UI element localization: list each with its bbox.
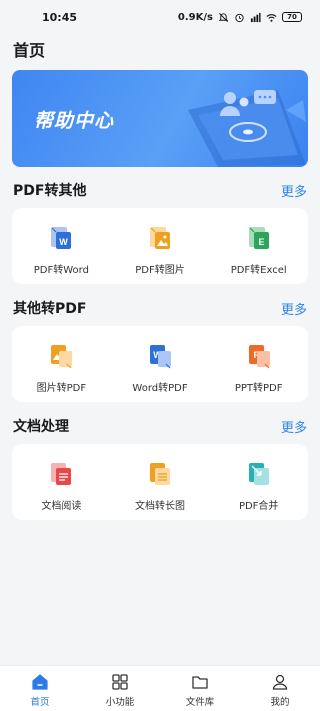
tool-card-document-processing: 文档阅读 文档转长图 PDF合并 — [12, 444, 308, 520]
tool-label: PDF转Word — [33, 265, 89, 276]
merge-pdf-icon — [248, 463, 269, 485]
excel-doc-icon: E — [248, 227, 269, 249]
tool-pdf-merge[interactable]: PDF合并 — [209, 444, 308, 520]
section-header-document-processing: 文档处理 更多 — [13, 416, 307, 436]
nav-home[interactable]: 首页 — [0, 666, 80, 711]
battery-icon: 70 — [282, 12, 302, 22]
long-image-icon — [150, 463, 170, 485]
tool-card-other-to-pdf: 图片转PDF W Word转PDF P PPT转PDF — [12, 326, 308, 402]
tool-label: 文档阅读 — [41, 501, 82, 512]
nav-label: 小功能 — [105, 697, 135, 708]
tool-label: PDF转图片 — [135, 265, 185, 276]
read-doc-icon — [51, 463, 72, 485]
tool-label: PDF合并 — [238, 501, 279, 512]
tool-pdf-to-word[interactable]: W PDF转Word — [12, 208, 111, 284]
section-header-other-to-pdf: 其他转PDF 更多 — [13, 298, 307, 318]
tool-image-to-pdf[interactable]: 图片转PDF — [12, 326, 111, 402]
tool-document-to-long-image[interactable]: 文档转长图 — [111, 444, 210, 520]
banner-illustration-icon — [188, 90, 306, 167]
section-title: PDF转其他 — [13, 183, 87, 199]
nav-profile[interactable]: 我的 — [240, 666, 320, 711]
more-link[interactable]: 更多 — [281, 299, 307, 318]
signal-icon — [250, 12, 261, 22]
more-link[interactable]: 更多 — [281, 417, 307, 436]
ppt-doc-icon: P — [248, 345, 270, 369]
tool-word-to-pdf[interactable]: W Word转PDF — [111, 326, 210, 402]
person-icon — [272, 674, 288, 690]
tool-ppt-to-pdf[interactable]: P PPT转PDF — [209, 326, 308, 402]
bottom-nav: 首页 小功能 文件库 我的 — [0, 665, 320, 711]
network-speed: 0.9K/s — [177, 11, 213, 23]
banner-title: 帮助中心 — [34, 110, 115, 132]
image-doc-icon — [51, 345, 73, 369]
tool-label: PDF转Excel — [230, 265, 287, 276]
status-time: 10:45 — [42, 10, 78, 24]
nav-label: 我的 — [270, 697, 290, 708]
nav-files[interactable]: 文件库 — [160, 666, 240, 711]
status-icons: 0.9K/s 70 — [178, 12, 302, 23]
nav-label: 首页 — [30, 697, 50, 708]
word-doc-icon: W — [150, 345, 171, 369]
help-center-banner[interactable]: 帮助中心 — [12, 70, 308, 167]
more-link[interactable]: 更多 — [281, 181, 307, 200]
svg-text:W: W — [60, 237, 69, 247]
nav-tools[interactable]: 小功能 — [80, 666, 160, 711]
mute-bell-icon — [218, 12, 229, 22]
section-title: 文档处理 — [13, 419, 69, 435]
tool-pdf-to-image[interactable]: PDF转图片 — [111, 208, 210, 284]
tool-label: PPT转PDF — [234, 383, 283, 394]
tool-label: 图片转PDF — [36, 383, 87, 394]
wifi-icon — [266, 13, 277, 22]
word-doc-icon: W — [51, 227, 72, 249]
section-header-pdf-to-other: PDF转其他 更多 — [13, 180, 307, 200]
page-title: 首页 — [13, 41, 46, 60]
image-doc-icon — [150, 227, 170, 249]
alarm-icon — [235, 13, 244, 22]
tool-document-read[interactable]: 文档阅读 — [12, 444, 111, 520]
folder-icon — [192, 676, 208, 689]
grid-icon — [112, 674, 128, 690]
tool-label: 文档转长图 — [135, 501, 185, 512]
status-bar: 10:45 0.9K/s 70 — [0, 0, 320, 34]
nav-label: 文件库 — [185, 697, 215, 708]
tool-card-pdf-to-other: W PDF转Word PDF转图片 E PDF转Excel — [12, 208, 308, 284]
svg-text:E: E — [258, 237, 264, 247]
home-icon — [32, 674, 48, 690]
tool-label: Word转PDF — [132, 383, 188, 394]
tool-pdf-to-excel[interactable]: E PDF转Excel — [209, 208, 308, 284]
section-title: 其他转PDF — [13, 301, 87, 317]
